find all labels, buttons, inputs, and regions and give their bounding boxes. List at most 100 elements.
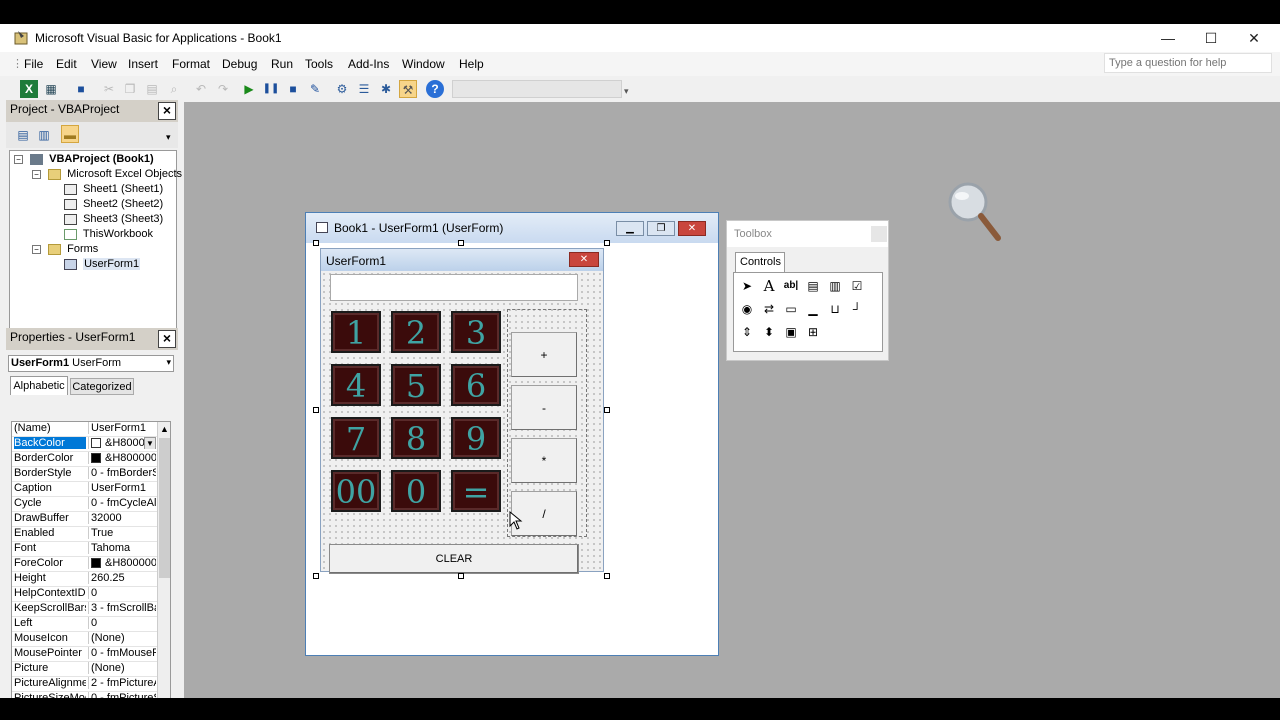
property-value[interactable]: UserForm1 xyxy=(88,422,156,434)
resize-handle[interactable] xyxy=(458,240,464,246)
minus-button[interactable]: - xyxy=(511,385,577,430)
menu-file[interactable]: File xyxy=(24,57,43,71)
resize-handle[interactable] xyxy=(313,240,319,246)
tab-alphabetic[interactable]: Alphabetic xyxy=(10,376,68,395)
toggle-button-icon[interactable]: ⇄ xyxy=(760,300,778,318)
toolbox-icon[interactable]: ⚒ xyxy=(399,80,417,98)
property-row[interactable]: Enabled True xyxy=(12,527,157,542)
property-row[interactable]: Picture (None) xyxy=(12,662,157,677)
designer-minimize-button[interactable]: ▁ xyxy=(616,221,644,236)
property-row[interactable]: Cycle 0 - fmCycleAllF xyxy=(12,497,157,512)
scrollbar-icon[interactable]: ⇕ xyxy=(738,323,756,341)
property-row[interactable]: ForeColor &H800000 xyxy=(12,557,157,572)
property-row[interactable]: BorderColor &H800000 xyxy=(12,452,157,467)
chevron-down-icon[interactable]: ▼ xyxy=(144,437,156,449)
property-value[interactable]: 3 - fmScrollBar xyxy=(88,602,156,614)
property-row[interactable]: (Name) UserForm1 xyxy=(12,422,157,437)
key-9[interactable]: 9 xyxy=(451,417,501,459)
collapse-icon[interactable]: − xyxy=(14,155,23,164)
property-value[interactable]: &H8000 ▼ xyxy=(88,437,156,449)
key-1[interactable]: 1 xyxy=(331,311,381,353)
property-value[interactable]: (None) xyxy=(88,662,156,674)
maximize-button[interactable]: ☐ xyxy=(1189,24,1233,52)
close-window-button[interactable]: ✕ xyxy=(1232,24,1276,52)
menu-run[interactable]: Run xyxy=(271,57,293,71)
tree-item-sheet3[interactable]: Sheet3 (Sheet3) xyxy=(64,213,163,228)
property-value[interactable]: 260.25 xyxy=(88,572,156,584)
object-dropdown[interactable]: UserForm1 UserForm ▾ xyxy=(8,355,174,372)
tree-item-userform1[interactable]: UserForm1 xyxy=(64,258,141,273)
multiply-button[interactable]: * xyxy=(511,438,577,483)
tree-item-thisworkbook[interactable]: ThisWorkbook xyxy=(64,228,153,243)
copy-icon[interactable]: ❐ xyxy=(121,80,139,98)
resize-handle[interactable] xyxy=(604,573,610,579)
scroll-thumb[interactable] xyxy=(159,438,170,578)
property-row[interactable]: Caption UserForm1 xyxy=(12,482,157,497)
resize-handle[interactable] xyxy=(313,407,319,413)
property-value[interactable]: UserForm1 xyxy=(88,482,156,494)
multipage-icon[interactable]: ┘ xyxy=(848,300,866,318)
clear-button[interactable]: CLEAR xyxy=(329,544,579,574)
view-code-icon[interactable]: ▤ xyxy=(14,126,32,144)
project-toolbar-more-icon[interactable]: ▾ xyxy=(166,132,171,143)
collapse-icon[interactable]: − xyxy=(32,245,41,254)
property-value[interactable]: 0 - fmCycleAllF xyxy=(88,497,156,509)
property-row[interactable]: HelpContextID 0 xyxy=(12,587,157,602)
property-value[interactable]: (None) xyxy=(88,632,156,644)
property-row[interactable]: MouseIcon (None) xyxy=(12,632,157,647)
redo-icon[interactable]: ↷ xyxy=(214,80,232,98)
tree-item-sheet1[interactable]: Sheet1 (Sheet1) xyxy=(64,183,163,198)
collapse-icon[interactable]: − xyxy=(32,170,41,179)
spinbutton-icon[interactable]: ⬍ xyxy=(760,323,778,341)
property-value[interactable]: 32000 xyxy=(88,512,156,524)
cut-icon[interactable]: ✂ xyxy=(100,80,118,98)
property-row[interactable]: MousePointer 0 - fmMousePo xyxy=(12,647,157,662)
image-icon[interactable]: ▣ xyxy=(782,323,800,341)
key-0[interactable]: 0 xyxy=(391,470,441,512)
refedit-icon[interactable]: ⊞ xyxy=(804,323,822,341)
insert-userform-icon[interactable]: ▦ xyxy=(42,80,60,98)
resize-handle[interactable] xyxy=(604,407,610,413)
help-search-input[interactable] xyxy=(1104,53,1272,73)
tree-item-vbaproject[interactable]: − VBAProject (Book1) xyxy=(14,153,154,168)
menu-tools[interactable]: Tools xyxy=(305,57,333,71)
design-mode-icon[interactable]: ✎ xyxy=(306,80,324,98)
help-icon[interactable]: ? xyxy=(426,80,444,98)
view-object-icon[interactable]: ▥ xyxy=(35,126,53,144)
excel-icon[interactable]: X xyxy=(20,80,38,98)
checkbox-icon[interactable]: ☑ xyxy=(848,277,866,295)
minimize-button[interactable]: — xyxy=(1146,24,1190,52)
property-value[interactable]: 0 xyxy=(88,617,156,629)
property-row[interactable]: DrawBuffer 32000 xyxy=(12,512,157,527)
key-4[interactable]: 4 xyxy=(331,364,381,406)
property-row[interactable]: BackColor &H8000 ▼ xyxy=(12,437,157,452)
menu-help[interactable]: Help xyxy=(459,57,484,71)
key-7[interactable]: 7 xyxy=(331,417,381,459)
project-explorer-icon[interactable]: ⚙ xyxy=(333,80,351,98)
command-button-icon[interactable]: ▁ xyxy=(804,300,822,318)
property-value[interactable]: 0 - fmBorderSt xyxy=(88,467,156,479)
toolbar-options-icon[interactable]: ▾ xyxy=(624,86,629,97)
menu-edit[interactable]: Edit xyxy=(56,57,77,71)
undo-icon[interactable]: ↶ xyxy=(192,80,210,98)
tree-item-sheet2[interactable]: Sheet2 (Sheet2) xyxy=(64,198,163,213)
properties-scrollbar[interactable]: ▲ ▼ xyxy=(157,422,170,698)
property-value[interactable]: &H800000 xyxy=(88,452,156,464)
frame-icon[interactable]: ▭ xyxy=(782,300,800,318)
properties-window-icon[interactable]: ☰ xyxy=(355,80,373,98)
property-value[interactable]: True xyxy=(88,527,156,539)
listbox-icon[interactable]: ▥ xyxy=(826,277,844,295)
tree-item-forms[interactable]: − Forms xyxy=(32,243,98,258)
property-value[interactable]: Tahoma xyxy=(88,542,156,554)
scroll-up-icon[interactable]: ▲ xyxy=(160,424,169,434)
property-row[interactable]: Font Tahoma xyxy=(12,542,157,557)
key-5[interactable]: 5 xyxy=(391,364,441,406)
key-8[interactable]: 8 xyxy=(391,417,441,459)
tabstrip-icon[interactable]: ⊔ xyxy=(826,300,844,318)
save-icon[interactable]: ■ xyxy=(72,80,90,98)
properties-close-icon[interactable]: × xyxy=(158,330,176,348)
property-row[interactable]: KeepScrollBarsV 3 - fmScrollBar xyxy=(12,602,157,617)
break-icon[interactable]: ❚❚ xyxy=(262,80,280,98)
menu-format[interactable]: Format xyxy=(172,57,210,71)
menu-view[interactable]: View xyxy=(91,57,117,71)
